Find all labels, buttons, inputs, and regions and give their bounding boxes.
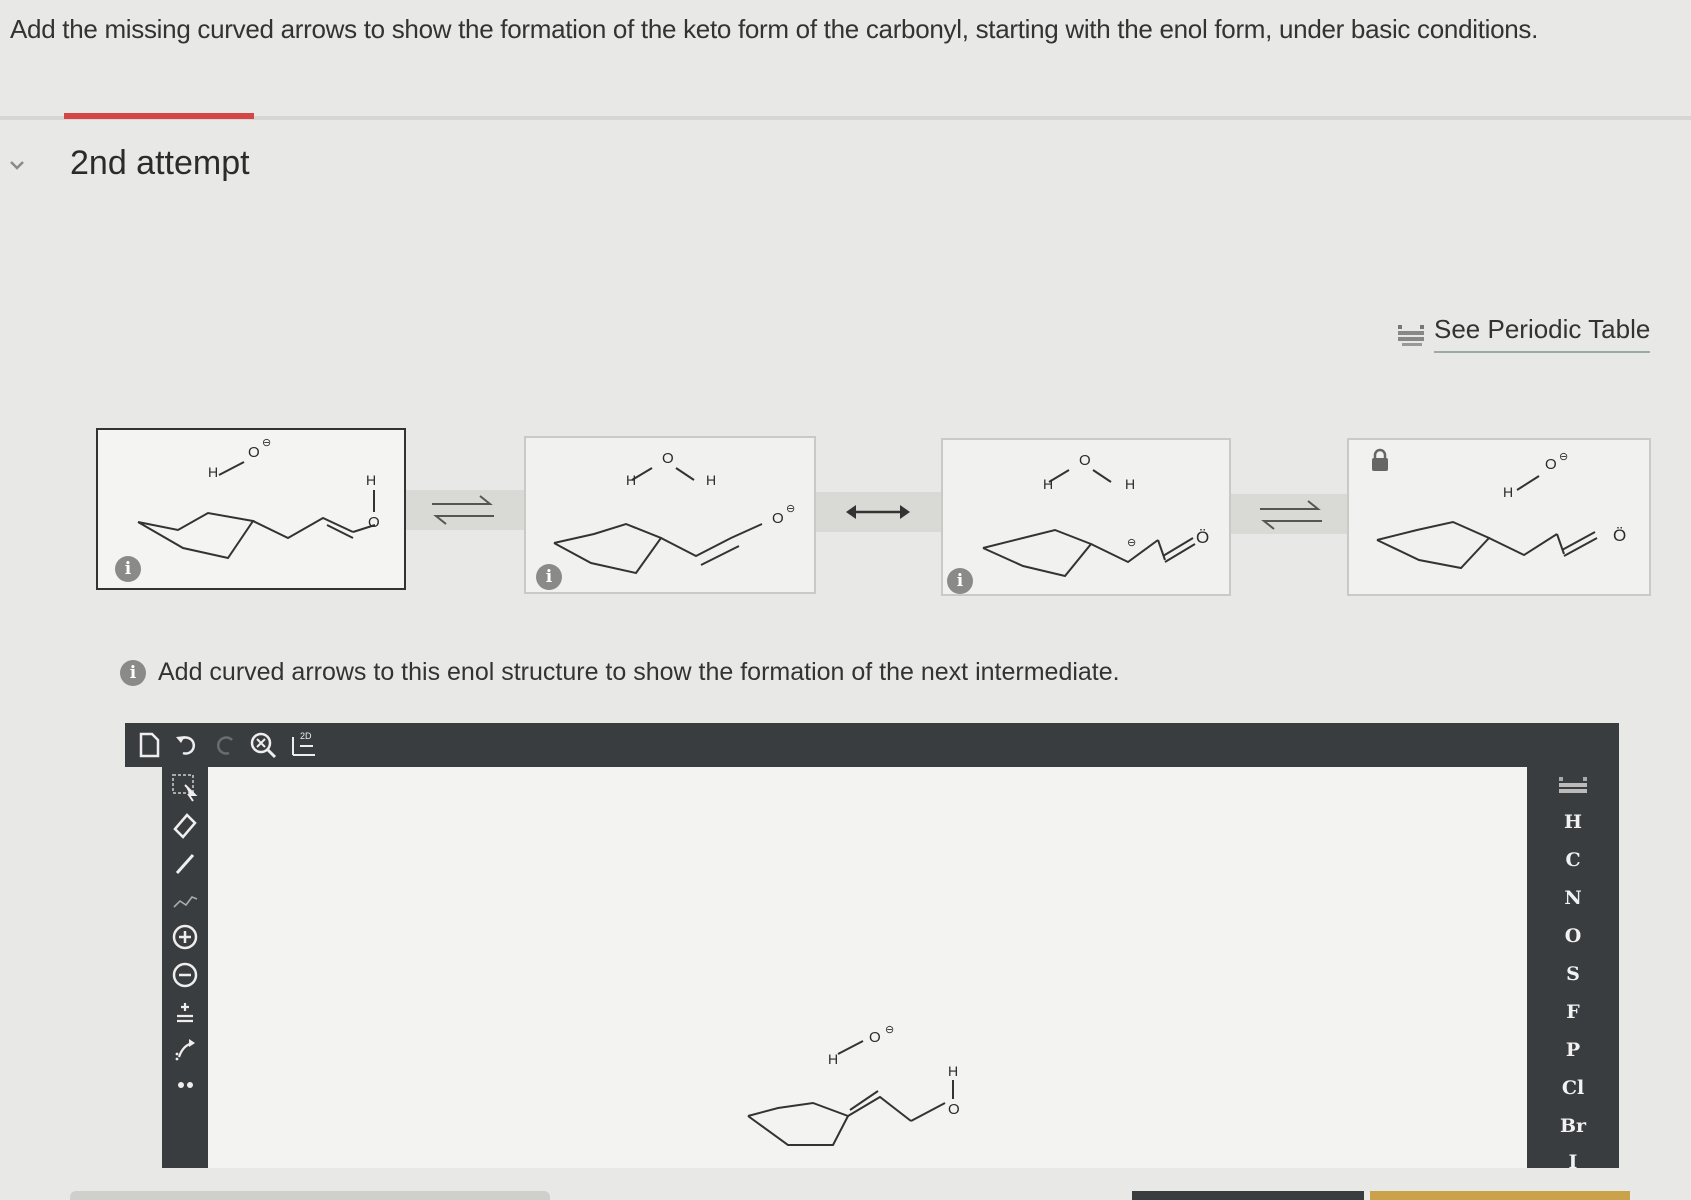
element-palette: H C N O S F P Cl Br I xyxy=(1527,767,1619,1173)
atom-label: H xyxy=(208,464,219,480)
atom-label: O xyxy=(948,1101,960,1118)
chevron-down-icon[interactable] xyxy=(8,156,26,174)
atom-label: Ö xyxy=(1196,528,1210,547)
equilibrium-arrows-icon xyxy=(1260,500,1322,530)
increment-charge-icon[interactable] xyxy=(169,997,201,1029)
atom-label: H xyxy=(1125,476,1136,492)
bottom-button-dark[interactable] xyxy=(1132,1191,1364,1200)
atom-label: O xyxy=(1079,452,1091,469)
atom-label: H xyxy=(706,472,717,488)
charge-label: ⊖ xyxy=(1559,451,1569,463)
mechanism-step-enolate[interactable]: H O H O ⊖ i xyxy=(524,436,816,594)
attempt-heading: 2nd attempt xyxy=(70,144,250,182)
periodic-table-icon xyxy=(1398,324,1424,346)
element-button[interactable]: I xyxy=(1527,1151,1619,1173)
periodic-table-link[interactable]: See Periodic Table xyxy=(1396,314,1651,353)
question-text: Add the missing curved arrows to show th… xyxy=(10,14,1539,44)
2d-label: 2D xyxy=(300,731,312,741)
editor-toolbar: 2D xyxy=(125,723,1619,767)
mechanism-step-enol[interactable]: H O ⊖ H O i xyxy=(96,428,406,590)
atom-label: H xyxy=(366,472,377,488)
element-button[interactable]: F xyxy=(1527,1001,1619,1023)
atom-label: H xyxy=(828,1051,839,1067)
resonance-arrow-icon xyxy=(846,505,910,519)
2d-structure-button[interactable]: 2D xyxy=(287,729,321,761)
charge-label: ⊖ xyxy=(786,503,796,515)
info-icon[interactable]: i xyxy=(536,564,562,590)
clear-zoom-icon[interactable] xyxy=(247,729,279,761)
element-button[interactable]: O xyxy=(1527,925,1619,947)
undo-icon[interactable] xyxy=(171,729,203,761)
element-button[interactable]: P xyxy=(1527,1039,1619,1061)
instruction-text: Add curved arrows to this enol structure… xyxy=(158,658,1120,686)
editor-tool-sidebar xyxy=(162,767,208,1168)
lone-pair-icon[interactable] xyxy=(169,1069,201,1101)
atom-label: H xyxy=(948,1063,959,1079)
instruction: i Add curved arrows to this enol structu… xyxy=(120,658,1120,687)
lock-icon xyxy=(1372,448,1388,471)
active-tab-indicator xyxy=(64,113,254,119)
eraser-icon[interactable] xyxy=(169,809,201,841)
element-button[interactable]: H xyxy=(1527,811,1619,833)
periodic-table-label[interactable]: See Periodic Table xyxy=(1434,314,1651,353)
charge-label: ⊖ xyxy=(262,437,272,449)
element-button[interactable]: C xyxy=(1527,849,1619,871)
atom-label: O xyxy=(248,444,260,461)
mechanism-step-keto[interactable]: H O ⊖ Ö xyxy=(1347,438,1651,596)
atom-label: O xyxy=(662,450,674,467)
select-tool-icon[interactable] xyxy=(169,771,201,803)
canvas-enol-structure xyxy=(747,1040,954,1146)
mechanism-step-resonance[interactable]: H O H ⊖ Ö i xyxy=(941,438,1231,596)
positive-charge-icon[interactable] xyxy=(169,921,201,953)
chain-tool-icon[interactable] xyxy=(169,883,201,915)
periodic-table-icon[interactable] xyxy=(1557,775,1589,797)
drawing-canvas[interactable]: H O ⊖ H O xyxy=(208,767,1527,1168)
negative-charge-icon[interactable] xyxy=(169,959,201,991)
element-button[interactable]: Br xyxy=(1527,1115,1619,1137)
charge-label: ⊖ xyxy=(885,1024,895,1036)
bond-tool-icon[interactable] xyxy=(169,847,201,879)
atom-label: O xyxy=(368,514,380,531)
charge-label: ⊖ xyxy=(1127,537,1137,549)
atom-label: H xyxy=(626,472,637,488)
element-button[interactable]: S xyxy=(1527,963,1619,985)
atom-label: O xyxy=(869,1029,881,1046)
equilibrium-arrows-icon xyxy=(432,495,494,525)
atom-label: H xyxy=(1503,484,1514,500)
info-icon: i xyxy=(120,659,146,686)
atom-label: O xyxy=(772,510,784,527)
new-document-icon[interactable] xyxy=(133,729,165,761)
bottom-button-left[interactable] xyxy=(70,1191,550,1200)
curved-arrow-tool-icon[interactable] xyxy=(169,1033,201,1065)
atom-label: H xyxy=(1043,476,1054,492)
bottom-button-gold[interactable] xyxy=(1370,1191,1630,1200)
atom-label: O xyxy=(1545,456,1557,473)
keto-structure xyxy=(1376,475,1598,570)
element-button[interactable]: N xyxy=(1527,887,1619,909)
info-icon[interactable]: i xyxy=(947,568,973,594)
element-button[interactable]: Cl xyxy=(1527,1077,1619,1099)
atom-label: Ö xyxy=(1613,526,1627,545)
info-icon[interactable]: i xyxy=(115,556,141,582)
redo-icon[interactable] xyxy=(209,729,241,761)
